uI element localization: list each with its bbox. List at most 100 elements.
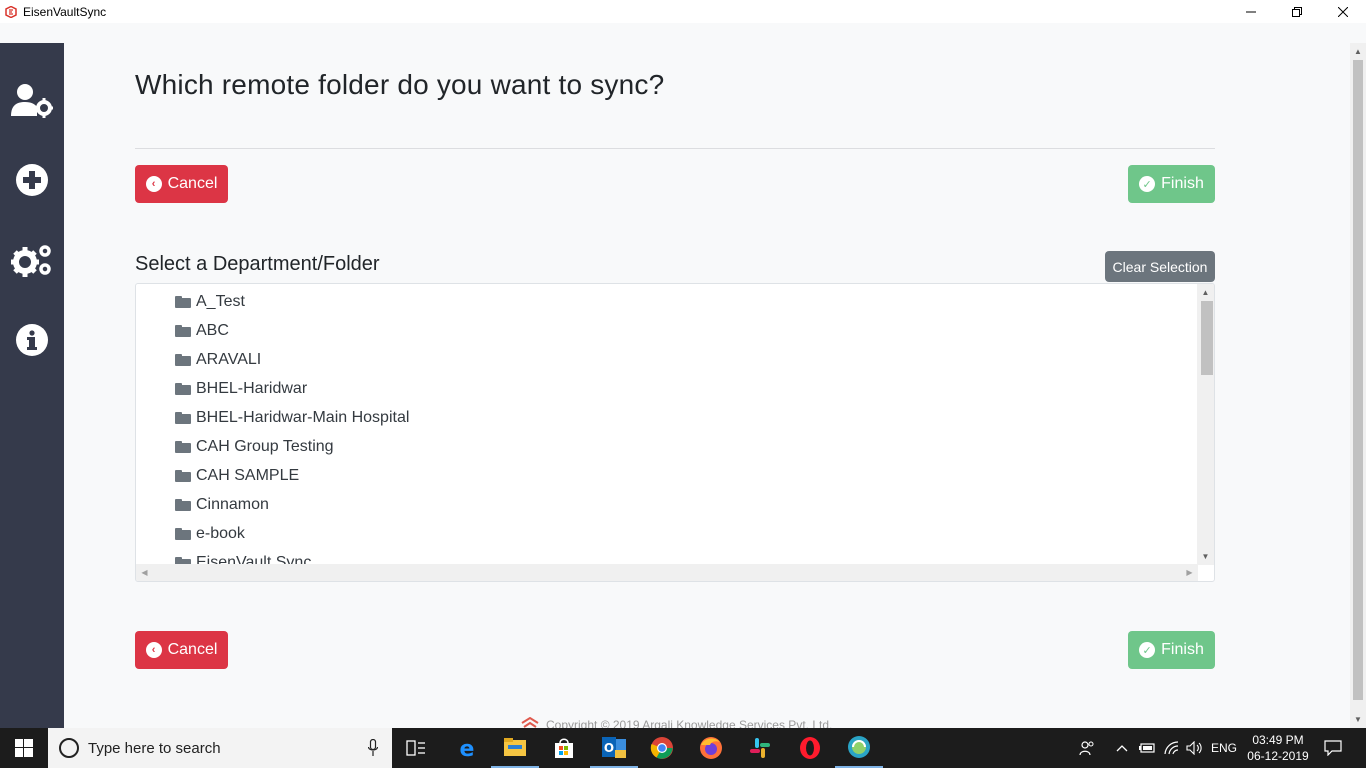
show-hidden-icons-button[interactable] xyxy=(1112,728,1132,768)
sidebar-item-about[interactable] xyxy=(0,315,64,365)
people-button[interactable] xyxy=(1074,728,1100,768)
wifi-icon xyxy=(1164,741,1179,755)
cancel-label: Cancel xyxy=(167,175,218,192)
scrollbar-thumb[interactable] xyxy=(1353,60,1363,700)
folder-icon xyxy=(175,411,191,424)
windows-logo-icon xyxy=(15,739,33,757)
task-view-icon xyxy=(406,740,425,756)
folder-label: A_Test xyxy=(196,292,245,310)
eisenvault-sync-app-icon xyxy=(848,736,870,758)
folder-tree-horizontal-scrollbar[interactable]: ◀ ▶ xyxy=(136,564,1198,581)
folder-list: A_Test ABC ARAVALI BHEL-Haridwar BHEL-Ha… xyxy=(136,284,1198,565)
folder-icon xyxy=(175,440,191,453)
folder-item[interactable]: Cinnamon xyxy=(175,490,269,519)
scroll-up-arrow-icon[interactable]: ▲ xyxy=(1350,43,1366,60)
volume-button[interactable] xyxy=(1184,728,1206,768)
scrollbar-thumb[interactable] xyxy=(1201,301,1213,375)
chevron-left-circle-icon: ‹ xyxy=(145,176,162,192)
folder-label: ABC xyxy=(196,321,229,339)
speaker-icon xyxy=(1186,741,1202,755)
title-divider xyxy=(135,148,1215,149)
taskbar-slack[interactable] xyxy=(736,728,784,768)
cancel-label: Cancel xyxy=(167,641,218,658)
scroll-left-arrow-icon[interactable]: ◀ xyxy=(136,564,153,581)
scroll-down-arrow-icon[interactable]: ▼ xyxy=(1350,711,1366,728)
search-placeholder: Type here to search xyxy=(88,739,221,757)
search-icon xyxy=(59,738,79,758)
taskbar-firefox[interactable] xyxy=(687,728,735,768)
battery-icon xyxy=(1139,743,1155,753)
folder-label: CAH Group Testing xyxy=(196,437,334,455)
folder-item[interactable]: ABC xyxy=(175,316,229,345)
close-button[interactable] xyxy=(1320,0,1366,23)
chevron-up-icon xyxy=(1116,745,1128,752)
action-center-button[interactable] xyxy=(1318,728,1348,768)
folder-tree-vertical-scrollbar[interactable]: ▲ ▼ xyxy=(1197,284,1214,565)
outlook-icon: O xyxy=(602,737,626,758)
edge-icon: e xyxy=(460,737,475,760)
close-icon xyxy=(1338,6,1348,17)
folder-icon xyxy=(504,738,526,756)
clock-date: 06-12-2019 xyxy=(1247,749,1309,763)
window-controls xyxy=(1228,0,1366,23)
finish-label: Finish xyxy=(1161,175,1204,192)
taskbar-search-box[interactable]: Type here to search xyxy=(48,728,392,768)
svg-text:O: O xyxy=(604,741,614,755)
cancel-button-top[interactable]: ‹ Cancel xyxy=(135,165,228,203)
folder-label: e-book xyxy=(196,524,245,542)
folder-section-label: Select a Department/Folder xyxy=(135,253,380,275)
folder-label: Cinnamon xyxy=(196,495,269,513)
folder-item[interactable]: BHEL-Haridwar-Main Hospital xyxy=(175,403,409,432)
scroll-down-arrow-icon[interactable]: ▼ xyxy=(1197,548,1214,565)
folder-item[interactable]: EisenVault Sync xyxy=(175,548,311,565)
sidebar-item-accounts[interactable] xyxy=(0,76,64,126)
page-vertical-scrollbar[interactable]: ▲ ▼ xyxy=(1350,43,1366,728)
sidebar-item-add[interactable] xyxy=(0,155,64,205)
cancel-button-bottom[interactable]: ‹ Cancel xyxy=(135,631,228,669)
taskbar-file-explorer[interactable] xyxy=(491,728,539,768)
minimize-button[interactable] xyxy=(1228,0,1274,23)
task-view-button[interactable] xyxy=(392,728,440,768)
taskbar-outlook[interactable]: O xyxy=(590,728,638,768)
network-button[interactable] xyxy=(1161,728,1183,768)
scroll-up-arrow-icon[interactable]: ▲ xyxy=(1197,284,1214,301)
taskbar-eisenvault-sync[interactable] xyxy=(835,728,883,768)
finish-button-top[interactable]: ✓ Finish xyxy=(1128,165,1215,203)
people-icon xyxy=(1079,741,1094,756)
sidebar-item-settings[interactable] xyxy=(0,235,64,285)
check-circle-icon: ✓ xyxy=(1139,176,1156,192)
battery-button[interactable] xyxy=(1136,728,1158,768)
taskbar-chrome[interactable] xyxy=(638,728,686,768)
app-logo-icon xyxy=(5,5,17,18)
microphone-icon[interactable] xyxy=(368,739,378,757)
taskbar-store[interactable] xyxy=(540,728,588,768)
clear-selection-button[interactable]: Clear Selection xyxy=(1105,251,1215,282)
store-icon xyxy=(555,738,573,758)
finish-label: Finish xyxy=(1161,641,1204,658)
chevron-left-circle-icon: ‹ xyxy=(145,642,162,658)
taskbar-edge[interactable]: e xyxy=(443,728,491,768)
folder-icon xyxy=(175,469,191,482)
start-button[interactable] xyxy=(0,728,48,768)
folder-item[interactable]: ARAVALI xyxy=(175,345,261,374)
taskbar-clock[interactable]: 03:49 PM 06-12-2019 xyxy=(1240,732,1316,764)
folder-item[interactable]: e-book xyxy=(175,519,245,548)
clock-time: 03:49 PM xyxy=(1252,733,1304,747)
taskbar-opera[interactable] xyxy=(786,728,834,768)
main-content: Which remote folder do you want to sync?… xyxy=(64,43,1350,728)
finish-button-bottom[interactable]: ✓ Finish xyxy=(1128,631,1215,669)
folder-label: BHEL-Haridwar xyxy=(196,379,308,397)
folder-item[interactable]: A_Test xyxy=(175,287,245,316)
folder-item[interactable]: CAH SAMPLE xyxy=(175,461,299,490)
folder-item[interactable]: CAH Group Testing xyxy=(175,432,334,461)
folder-icon xyxy=(175,382,191,395)
folder-item[interactable]: BHEL-Haridwar xyxy=(175,374,307,403)
restore-icon xyxy=(1292,6,1302,17)
scroll-right-arrow-icon[interactable]: ▶ xyxy=(1181,564,1198,581)
folder-icon xyxy=(175,295,191,308)
footer: Copyright © 2019 Argali Knowledge Servic… xyxy=(520,717,832,728)
restore-button[interactable] xyxy=(1274,0,1320,23)
svg-text:e: e xyxy=(460,737,475,760)
language-indicator[interactable]: ENG xyxy=(1208,728,1240,768)
opera-icon xyxy=(800,737,820,759)
